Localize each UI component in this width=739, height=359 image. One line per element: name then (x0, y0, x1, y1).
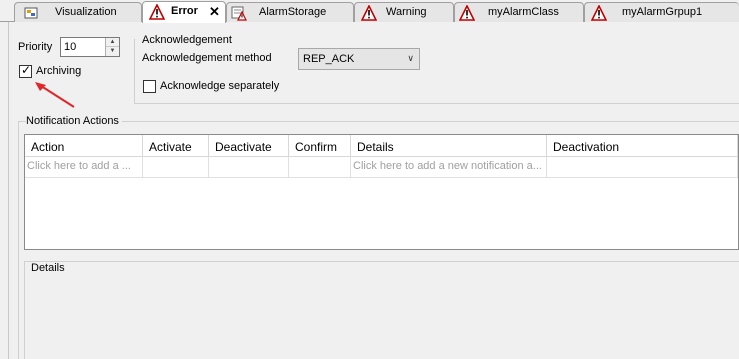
column-header-label: Details (357, 140, 394, 154)
priority-label: Priority (18, 41, 53, 53)
stepper-buttons: ▲ ▼ (105, 38, 119, 56)
new-row-activate-cell[interactable] (143, 157, 209, 178)
tab-visualization[interactable]: Visualization (14, 2, 142, 22)
tab-alarmstorage[interactable]: AlarmStorage (226, 2, 354, 22)
new-row-confirm-cell[interactable] (289, 157, 351, 178)
acknowledgement-method-label: Acknowledgement method (142, 52, 272, 64)
stepper-down-icon[interactable]: ▼ (106, 47, 119, 56)
priority-stepper[interactable]: 10 ▲ ▼ (60, 37, 120, 57)
column-header-label: Activate (149, 140, 192, 154)
tab-label: AlarmStorage (259, 6, 327, 18)
acknowledgement-group (134, 39, 739, 104)
acknowledgement-method-value: REP_ACK (303, 53, 355, 65)
new-row-deactivation-cell[interactable] (547, 157, 738, 178)
warning-triangle-icon (459, 5, 475, 21)
tab-myalarmclass[interactable]: myAlarmClass (454, 2, 584, 22)
archiving-label: Archiving (36, 65, 82, 77)
acknowledge-separately-label: Acknowledge separately (160, 80, 280, 92)
new-row-action-cell[interactable]: Click here to add a ... (25, 157, 143, 178)
column-header-label: Action (31, 140, 65, 154)
column-header-action[interactable]: Action (25, 135, 143, 157)
tab-strip: Visualization Error ✕ AlarmStorage Warni… (0, 0, 739, 23)
tab-label: myAlarmClass (488, 6, 559, 18)
close-icon[interactable]: ✕ (209, 4, 220, 20)
left-border (8, 22, 9, 359)
placeholder-text: Click here to add a ... (27, 160, 131, 172)
acknowledge-separately-checkbox[interactable] (143, 80, 156, 93)
acknowledgement-method-select[interactable]: REP_ACK ∨ (298, 48, 420, 70)
column-header-deactivate[interactable]: Deactivate (209, 135, 289, 157)
tab-label: Error (171, 5, 198, 17)
priority-value[interactable]: 10 (64, 41, 76, 53)
tab-myalarmgrpup1[interactable]: myAlarmGrpup1 (584, 2, 739, 22)
warning-triangle-icon (361, 5, 377, 21)
alarm-storage-icon (231, 6, 247, 21)
details-panel (24, 261, 739, 359)
new-row-details-cell[interactable]: Click here to add a new notification a..… (351, 157, 547, 178)
notification-actions-grid: Action Activate Deactivate Confirm Detai… (24, 134, 739, 250)
column-header-activate[interactable]: Activate (143, 135, 209, 157)
column-header-label: Deactivate (215, 140, 272, 154)
annotation-arrow-icon (35, 82, 75, 108)
tab-error[interactable]: Error ✕ (142, 1, 226, 23)
chevron-down-icon[interactable]: ∨ (407, 53, 414, 64)
tab-warning[interactable]: Warning (354, 2, 454, 22)
column-header-details[interactable]: Details (351, 135, 547, 157)
tab-label: myAlarmGrpup1 (622, 6, 703, 18)
warning-triangle-icon (591, 5, 607, 21)
tab-label: Visualization (55, 6, 117, 18)
archiving-checkbox[interactable]: ✓ (19, 63, 32, 78)
column-header-deactivation[interactable]: Deactivation (547, 135, 738, 157)
notification-actions-title: Notification Actions (26, 115, 122, 127)
column-header-label: Deactivation (553, 140, 620, 154)
acknowledgement-title: Acknowledgement (142, 34, 235, 46)
column-header-confirm[interactable]: Confirm (289, 135, 351, 157)
tab-label: Warning (386, 6, 427, 18)
checkmark-icon: ✓ (21, 63, 32, 77)
placeholder-text: Click here to add a new notification a..… (353, 160, 542, 172)
details-title: Details (31, 262, 68, 274)
stepper-up-icon[interactable]: ▲ (106, 38, 119, 47)
warning-triangle-icon (149, 4, 165, 20)
visualization-icon (24, 7, 38, 19)
column-header-label: Confirm (295, 140, 338, 154)
new-row-deactivate-cell[interactable] (209, 157, 289, 178)
